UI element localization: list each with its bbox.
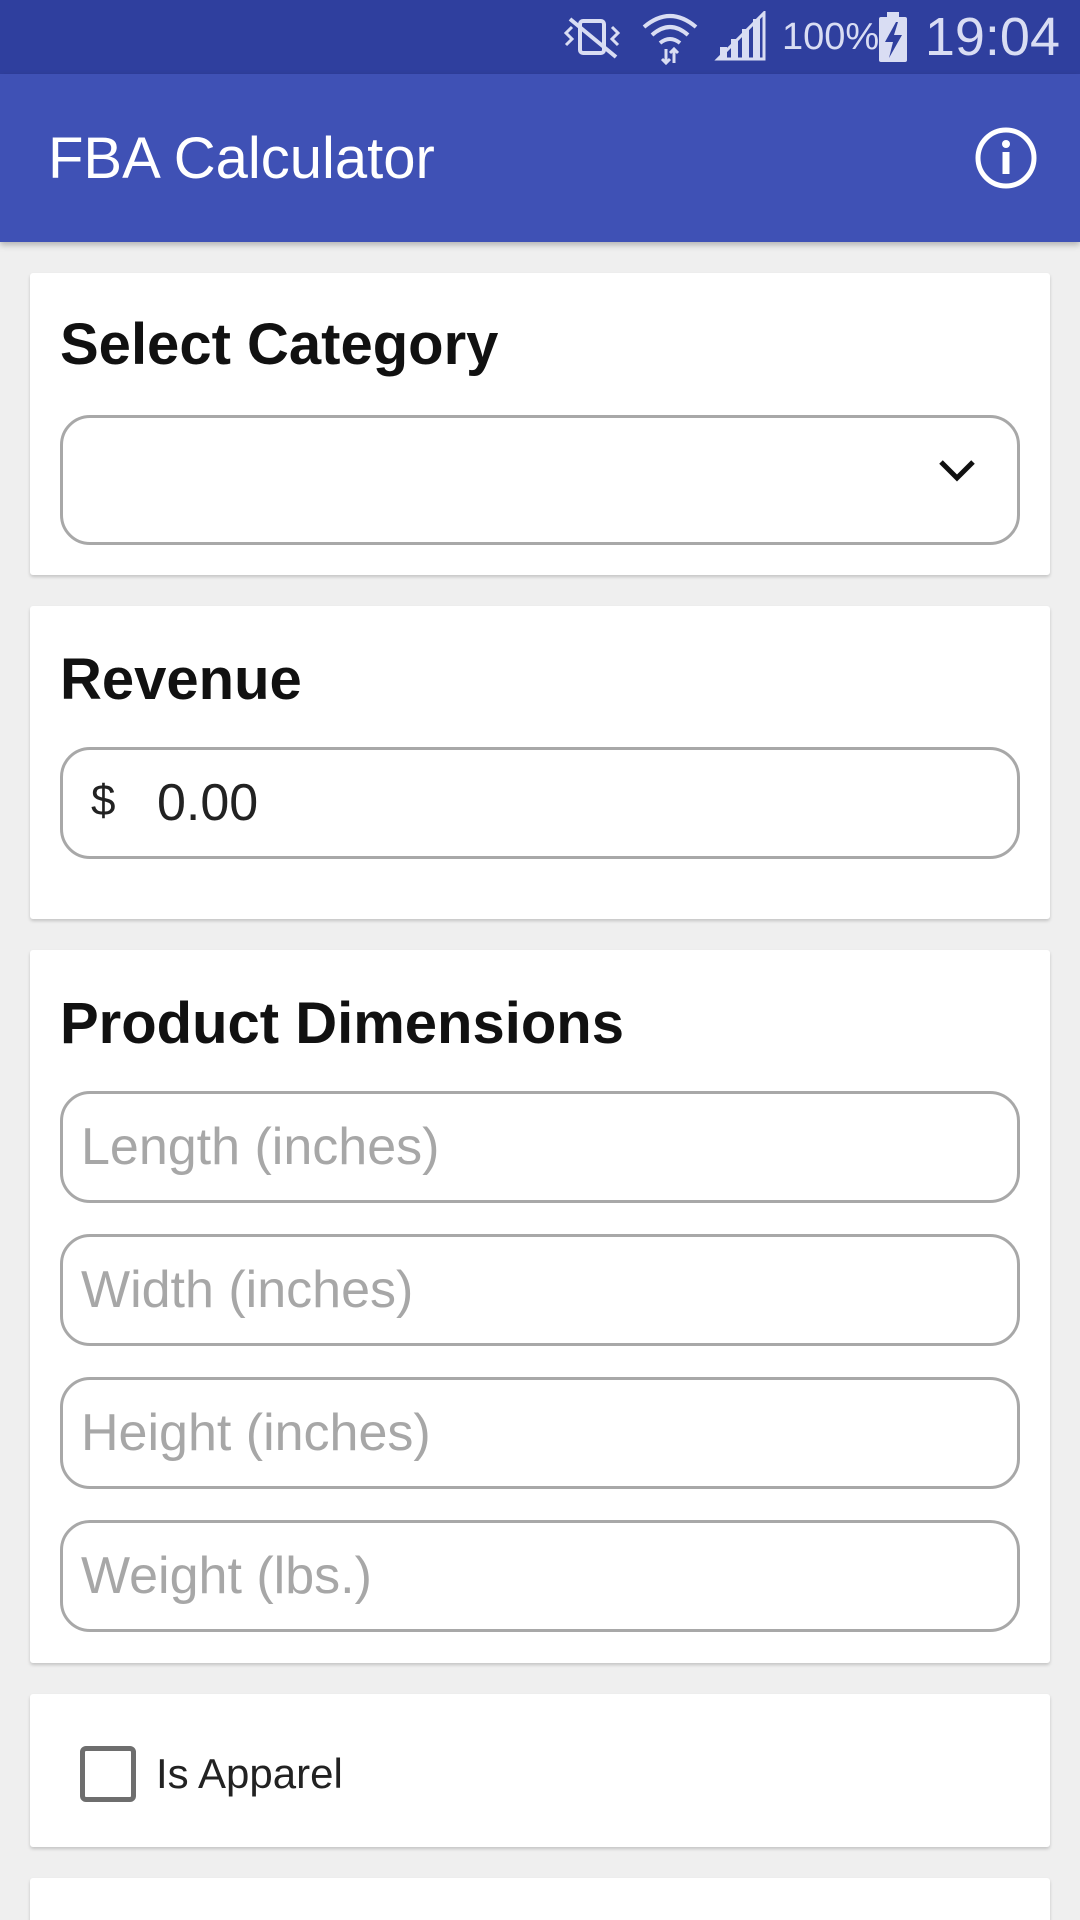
revenue-input-wrapper <box>139 750 999 856</box>
signal-icon <box>714 10 768 64</box>
battery-charging-icon <box>876 10 910 64</box>
clock: 19:04 <box>924 7 1060 67</box>
app-title: FBA Calculator <box>48 126 435 191</box>
apparel-card: Is Apparel <box>30 1694 1050 1847</box>
dimensions-title: Product Dimensions <box>60 991 624 1056</box>
width-field <box>60 1234 1020 1346</box>
battery-percentage: 100% <box>782 16 880 58</box>
height-input[interactable] <box>63 1380 1017 1486</box>
length-input[interactable] <box>63 1094 1017 1200</box>
category-title: Select Category <box>60 312 499 377</box>
currency-symbol: $ <box>91 776 116 825</box>
weight-input[interactable] <box>63 1523 1017 1629</box>
app-bar: FBA Calculator <box>0 74 1080 242</box>
category-card: Select Category <box>30 273 1050 575</box>
status-bar: 100% 19:04 <box>0 0 1080 74</box>
width-input[interactable] <box>63 1237 1017 1343</box>
revenue-card: Revenue $ <box>30 606 1050 919</box>
category-select[interactable] <box>60 415 1020 545</box>
revenue-field: $ <box>60 747 1020 859</box>
wifi-icon <box>640 10 700 65</box>
length-field <box>60 1091 1020 1203</box>
chevron-down-icon <box>937 458 977 484</box>
revenue-input[interactable] <box>139 750 999 856</box>
weight-field <box>60 1520 1020 1632</box>
info-icon[interactable] <box>972 124 1040 192</box>
apparel-checkbox[interactable] <box>80 1746 136 1802</box>
dimensions-card: Product Dimensions <box>30 950 1050 1663</box>
next-card <box>30 1878 1050 1920</box>
apparel-label: Is Apparel <box>156 1750 343 1797</box>
vibrate-off-icon <box>556 10 628 64</box>
height-field <box>60 1377 1020 1489</box>
revenue-title: Revenue <box>60 647 302 712</box>
